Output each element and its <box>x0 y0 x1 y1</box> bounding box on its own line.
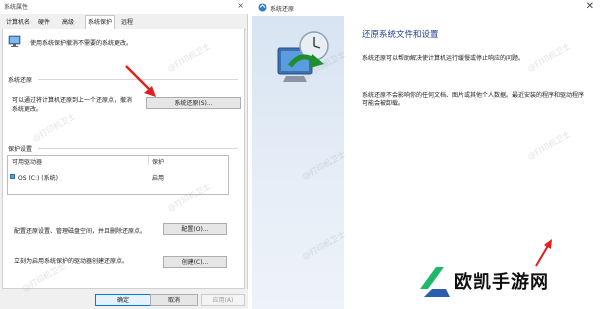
restore-description-cont: 系统更改。 <box>12 106 43 113</box>
column-header-protection[interactable]: 保护 <box>152 157 164 166</box>
tab-hardware[interactable]: 硬件 <box>36 17 52 28</box>
restore-section-label: 系统还原 <box>8 77 33 84</box>
window-title: 系统属性 <box>4 4 29 11</box>
system-restore-icon <box>258 3 267 12</box>
tab-advanced[interactable]: 高级 <box>60 17 76 28</box>
window-title: 系统还原 <box>270 6 295 13</box>
column-separator <box>148 156 149 165</box>
close-icon[interactable]: × <box>237 1 244 10</box>
column-header-drive[interactable]: 可用驱动器 <box>12 157 42 166</box>
drive-name: OS (C:) (系统) <box>18 175 58 182</box>
red-arrow-annotation <box>125 65 156 97</box>
title-bar: 系统属性 × <box>0 0 248 14</box>
title-bar: 系统还原 ✕ <box>252 0 600 16</box>
create-button[interactable]: 创建(C)... <box>163 256 227 268</box>
intro-text: 使用系统保护撤消不需要的系统更改。 <box>30 40 133 47</box>
configure-description: 配置还原设置、管理磁盘空间，并且删除还原点。 <box>14 228 147 235</box>
description-paragraph: 系统还原不会影响你的任何文档、图片或其他个人数据。最近安装的程序和驱动程序可能会… <box>362 92 585 107</box>
brand-name: 欧凯手游网 <box>454 272 549 293</box>
tab-remote[interactable]: 远程 <box>119 17 135 28</box>
close-icon[interactable]: ✕ <box>586 1 594 12</box>
protection-status: 启用 <box>152 175 165 182</box>
tab-computer-name[interactable]: 计算机名 <box>4 17 32 28</box>
create-description: 立刻为启用系统保护的驱动器创建还原点。 <box>14 258 129 265</box>
cancel-button[interactable]: 取消 <box>150 294 198 306</box>
tab-bar: 计算机名 硬件 高级 系统保护 远程 <box>2 15 246 30</box>
table-row[interactable]: OS (C:) (系统) 启用 <box>9 173 227 182</box>
ok-button[interactable]: 确定 <box>95 294 151 306</box>
page-heading: 还原系统文件和设置 <box>362 30 439 40</box>
protection-section-label: 保护设置 <box>8 146 33 153</box>
restore-monitor-icon <box>277 31 329 82</box>
tab-system-protection[interactable]: 系统保护 <box>85 15 116 30</box>
system-restore-button[interactable]: 系统还原(S)... <box>146 97 241 109</box>
restore-description: 可以通过将计算机还原到上一个还原点，撤消 <box>12 97 133 104</box>
drive-icon <box>10 174 15 179</box>
red-arrow-annotation <box>535 239 552 267</box>
brand-logo-icon <box>420 267 450 297</box>
system-protection-icon <box>8 35 21 47</box>
apply-button[interactable]: 应用(A) <box>201 294 245 306</box>
configure-button[interactable]: 配置(O)... <box>163 223 227 235</box>
section-divider <box>38 148 238 149</box>
